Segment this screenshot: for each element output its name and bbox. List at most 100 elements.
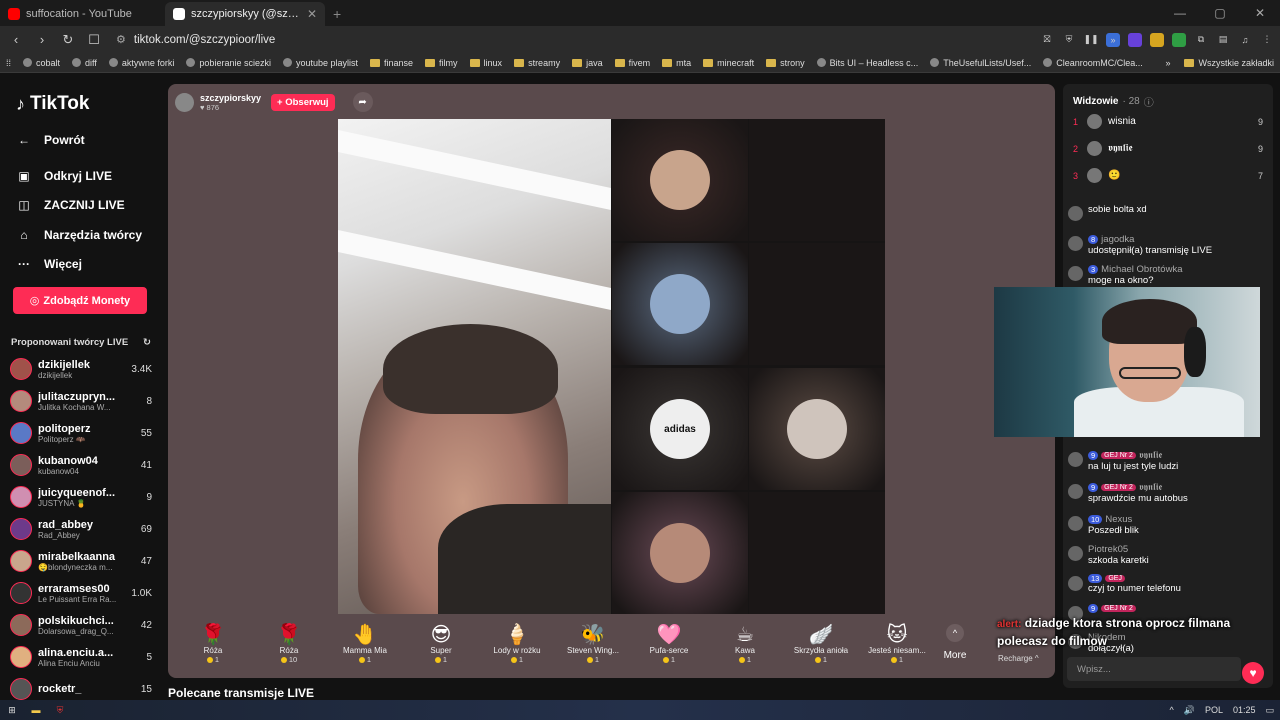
follow-button[interactable]: + Obserwuj (271, 93, 335, 111)
tab-youtube[interactable]: suffocation - YouTube (0, 2, 165, 26)
new-tab-button[interactable]: + (325, 2, 349, 26)
gift-item[interactable]: 🩷 Pufa-serce 1 (631, 614, 707, 664)
tiktok-logo[interactable]: ♪ TikTok (16, 93, 89, 115)
minimize-button[interactable]: — (1160, 0, 1200, 26)
gift-item[interactable]: 🐱 Jesteś niesam... 1 (859, 614, 935, 664)
bookmark-item[interactable]: fivem (614, 58, 650, 68)
host-avatar[interactable] (175, 92, 194, 112)
bookmark-item[interactable]: filmy (425, 58, 458, 68)
media-icon[interactable]: ♫ (1238, 33, 1252, 47)
bookmark-item[interactable]: aktywne forki (108, 58, 174, 68)
language-indicator[interactable]: POL (1205, 705, 1223, 715)
translate-icon[interactable]: ⛝ (1040, 33, 1054, 47)
refresh-icon[interactable]: ↻ (143, 337, 151, 348)
suggested-creator[interactable]: mirabelkaanna 🤤blondyneczka m... 47 (10, 547, 152, 575)
message-username[interactable]: 𝖛𝖞𝖓𝖑𝖎𝖊 (1139, 450, 1162, 461)
chevron-right-icon[interactable]: » (1165, 58, 1170, 68)
gift-item[interactable]: 😎 Super 1 (403, 614, 479, 664)
message-username[interactable]: 𝖛𝖞𝖓𝖑𝖎𝖊 (1139, 482, 1162, 493)
tab-tiktok[interactable]: szczypiorskyy (@szczypioor) … ✕ (165, 2, 325, 26)
extension-icon[interactable] (1128, 32, 1142, 47)
chat-input[interactable]: Wpisz... (1067, 657, 1241, 681)
gift-item[interactable]: 🐝 Steven Wing... 1 (555, 614, 631, 664)
windows-start-icon[interactable]: ⊞ (6, 704, 18, 716)
gift-item[interactable]: 🌹 Róża 1 (175, 614, 251, 664)
pause-icon[interactable]: ❚❚ (1083, 33, 1098, 47)
bookmark-item[interactable]: pobieranie sciezki (186, 58, 271, 68)
extension-icon[interactable] (1150, 32, 1164, 47)
gift-item[interactable]: 🤚 Mamma Mia 1 (327, 614, 403, 664)
ranking-row[interactable]: 2 𝖛𝖞𝖓𝖑𝖎𝖊 9 (1073, 141, 1263, 156)
nav-creator-tools[interactable]: ⌂ Narzędzia twórcy (16, 227, 142, 243)
reload-button[interactable]: ↻ (58, 30, 78, 50)
suggested-creator[interactable]: juicyqueenof... JUSTYNA 🍍 9 (10, 483, 152, 511)
guest-cell[interactable] (612, 119, 748, 241)
info-icon[interactable]: ⓘ (1144, 94, 1154, 109)
share-icon[interactable]: ➦ (352, 92, 373, 112)
message-username[interactable]: jagodka (1101, 234, 1134, 245)
extension-icon[interactable] (1172, 32, 1186, 47)
gift-item[interactable]: ☕ Kawa 1 (707, 614, 783, 664)
host-name[interactable]: szczypiorskyy (200, 93, 261, 103)
message-username[interactable]: Michael Obrotówka (1101, 264, 1182, 275)
guest-cell[interactable]: adidas (612, 368, 748, 490)
apps-icon[interactable]: ⁞⁞ (6, 58, 11, 68)
suggested-creator[interactable]: dzikijellek dzikijellek 3.4K (10, 355, 152, 383)
more-gifts-button[interactable]: ^ More (935, 614, 975, 661)
menu-icon[interactable]: ⋮ (1260, 33, 1274, 47)
clock[interactable]: 01:25 (1233, 705, 1256, 715)
ranking-row[interactable]: 1 wisnia 9 (1073, 114, 1263, 129)
url-field[interactable]: ⚙ tiktok.com/@szczypioor/live (110, 29, 1034, 51)
message-username[interactable]: Nexus (1105, 514, 1132, 525)
close-tab-icon[interactable]: ✕ (307, 7, 317, 21)
bookmark-item[interactable]: CleanroomMC/Clea... (1043, 58, 1143, 68)
suggested-creator[interactable]: politoperz Politoperz 🦇 55 (10, 419, 152, 447)
gift-item[interactable]: 🌹 Róża 10 (251, 614, 327, 664)
notification-icon[interactable]: ▭ (1265, 705, 1274, 716)
suggested-creator[interactable]: polskikuchci... Dolarsowa_drag_Q... 42 (10, 611, 152, 639)
bookmark-item[interactable]: TheUsefulLists/Usef... (930, 58, 1031, 68)
site-info-icon[interactable]: ⚙ (116, 33, 126, 46)
nav-back[interactable]: ← Powrót (16, 132, 85, 148)
multi-guest-video-grid[interactable]: adidas (338, 119, 885, 614)
get-coins-button[interactable]: ◎ Zdobądź Monety (13, 287, 147, 314)
shield-icon[interactable]: ⛨ (1062, 33, 1076, 47)
guest-cell[interactable] (749, 368, 885, 490)
bookmark-item[interactable]: cobalt (23, 58, 60, 68)
nav-discover-live[interactable]: ▣ Odkryj LIVE (16, 168, 112, 184)
heart-icon[interactable]: ♥ (1242, 662, 1264, 684)
ranking-row[interactable]: 3 🙂 7 (1073, 168, 1263, 183)
puzzle-icon[interactable]: ⧉ (1194, 33, 1208, 47)
gift-item[interactable]: 🪽 Skrzydła anioła 1 (783, 614, 859, 664)
suggested-creator[interactable]: rocketr_ 15 (10, 675, 152, 703)
back-button[interactable]: ‹ (6, 30, 26, 50)
maximize-button[interactable]: ▢ (1200, 0, 1240, 26)
suggested-creator[interactable]: alina.enciu.a... Alina Enciu Anciu 5 (10, 643, 152, 671)
bookmark-item[interactable]: finanse (370, 58, 413, 68)
sidebar-icon[interactable]: ▤ (1216, 33, 1230, 47)
gift-item[interactable]: 🍦 Lody w rożku 1 (479, 614, 555, 664)
browser-icon[interactable]: ⛨ (54, 704, 66, 716)
suggested-creator[interactable]: kubanow04 kubanow04 41 (10, 451, 152, 479)
bookmark-item[interactable]: linux (469, 58, 502, 68)
suggested-creator[interactable]: rad_abbey Rad_Abbey 69 (10, 515, 152, 543)
bookmark-item[interactable]: diff (72, 58, 97, 68)
volume-icon[interactable]: 🔊 (1184, 705, 1195, 716)
nav-more[interactable]: ··· Więcej (16, 256, 82, 272)
extension-icon[interactable]: » (1106, 32, 1120, 47)
suggested-creator[interactable]: julitaczupryn... Julitka Kochana W... 8 (10, 387, 152, 415)
bookmark-item[interactable]: java (572, 58, 603, 68)
close-window-button[interactable]: ✕ (1240, 0, 1280, 26)
guest-cell[interactable] (612, 492, 748, 614)
bookmark-item[interactable]: Bits UI – Headless c... (816, 58, 918, 68)
all-bookmarks-button[interactable]: Wszystkie zakładki (1184, 58, 1274, 68)
bookmark-item[interactable]: mta (662, 58, 691, 68)
nav-start-live[interactable]: ◫ ZACZNIJ LIVE (16, 197, 124, 213)
forward-button[interactable]: › (32, 30, 52, 50)
bookmark-icon[interactable]: ☐ (84, 30, 104, 50)
bookmark-item[interactable]: youtube playlist (282, 58, 358, 68)
bookmark-item[interactable]: minecraft (703, 58, 754, 68)
guest-cell[interactable] (612, 243, 748, 365)
bookmark-item[interactable]: strony (766, 58, 805, 68)
message-username[interactable]: Piotrek05 (1088, 544, 1128, 555)
